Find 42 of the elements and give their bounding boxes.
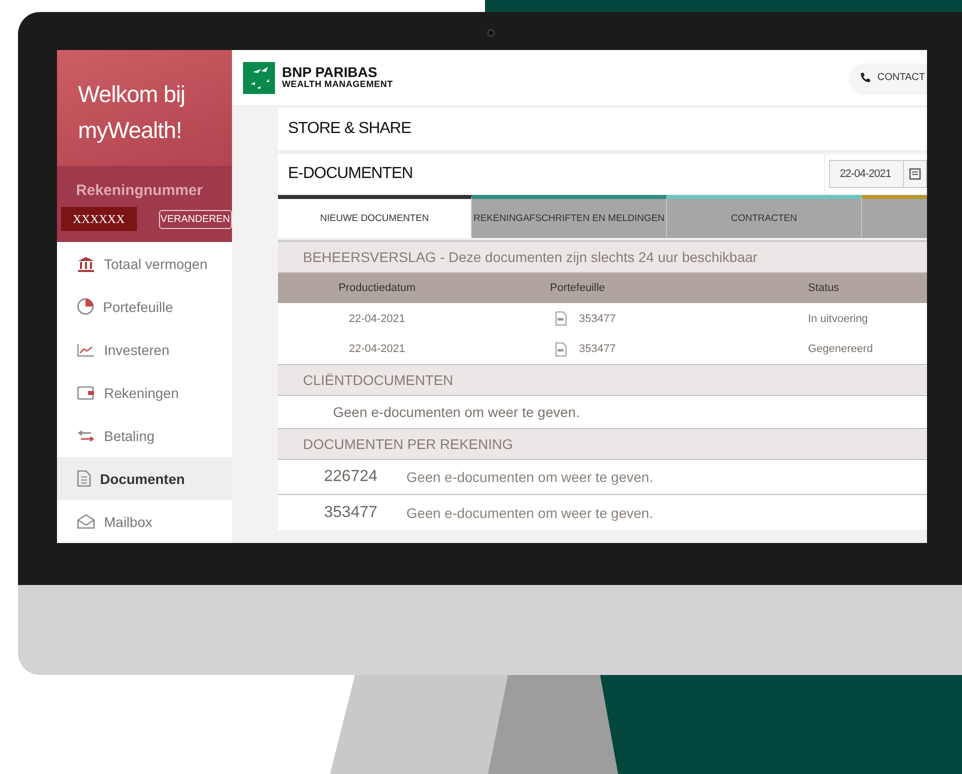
empty-message: Geen e-documenten om weer te geven. xyxy=(406,469,654,485)
table-cell-text: Gegenereerd xyxy=(807,343,873,355)
page-title: E-DOCUMENTEN xyxy=(288,165,413,183)
document-icon xyxy=(77,470,91,487)
table-cell: 353477 xyxy=(579,343,616,355)
nav-item[interactable]: Documenten xyxy=(57,457,232,500)
envelope-icon xyxy=(77,514,95,529)
empty-message: Geen e-documenten om weer te geven. xyxy=(406,504,654,520)
phone-icon xyxy=(860,72,872,83)
section-header: BEHEERSVERSLAG - Deze documenten zijn slechts 24 uur beschikbaar xyxy=(278,242,927,273)
column-header: Portefeuille xyxy=(549,282,606,294)
logo-icon xyxy=(243,62,275,94)
account-number: XXXXXX xyxy=(61,207,137,231)
tab[interactable]: NIEUWE DOCUMENTEN xyxy=(278,195,472,238)
account-number: 226724 xyxy=(324,468,378,486)
column-header: Productiedatum xyxy=(338,282,416,294)
camera-icon xyxy=(487,29,495,37)
tab[interactable]: CONTRACTEN xyxy=(667,195,862,238)
account-number: 353477 xyxy=(324,504,378,522)
section-header: CLIËNTDOCUMENTEN xyxy=(278,365,927,396)
breadcrumb: STORE & SHARE xyxy=(288,120,412,138)
pdf-file-icon[interactable] xyxy=(555,311,567,326)
line-chart-icon xyxy=(77,342,95,356)
pie-chart-icon xyxy=(77,298,94,315)
pdf-file-icon[interactable] xyxy=(555,342,567,356)
tab[interactable]: REKENINGAFSCHRIFTEN EN MELDINGEN xyxy=(472,195,667,238)
table-cell-text: In uitvoering xyxy=(807,312,868,324)
section-header: DOCUMENTEN PER REKENING xyxy=(278,429,927,460)
table-cell: 353477 xyxy=(579,312,616,324)
wallet-icon xyxy=(77,386,95,400)
date-field[interactable]: 22-04-2021 xyxy=(828,160,927,188)
column-header: Status xyxy=(807,282,840,294)
change-button[interactable]: VERANDEREN xyxy=(158,210,232,228)
brand-name: BNP PARIBAS xyxy=(282,66,378,79)
welcome-title: Welkom bij myWealth! xyxy=(78,80,186,145)
contact-button[interactable]: CONTACT xyxy=(850,64,927,92)
account-label: Rekeningnummer xyxy=(75,182,204,199)
bank-icon xyxy=(77,256,95,272)
transfer-arrows-icon xyxy=(77,430,95,442)
table-cell: 22-04-2021 xyxy=(348,343,406,355)
brand-subtitle: WEALTH MANAGEMENT xyxy=(282,79,393,89)
table-cell: 22-04-2021 xyxy=(348,312,406,324)
